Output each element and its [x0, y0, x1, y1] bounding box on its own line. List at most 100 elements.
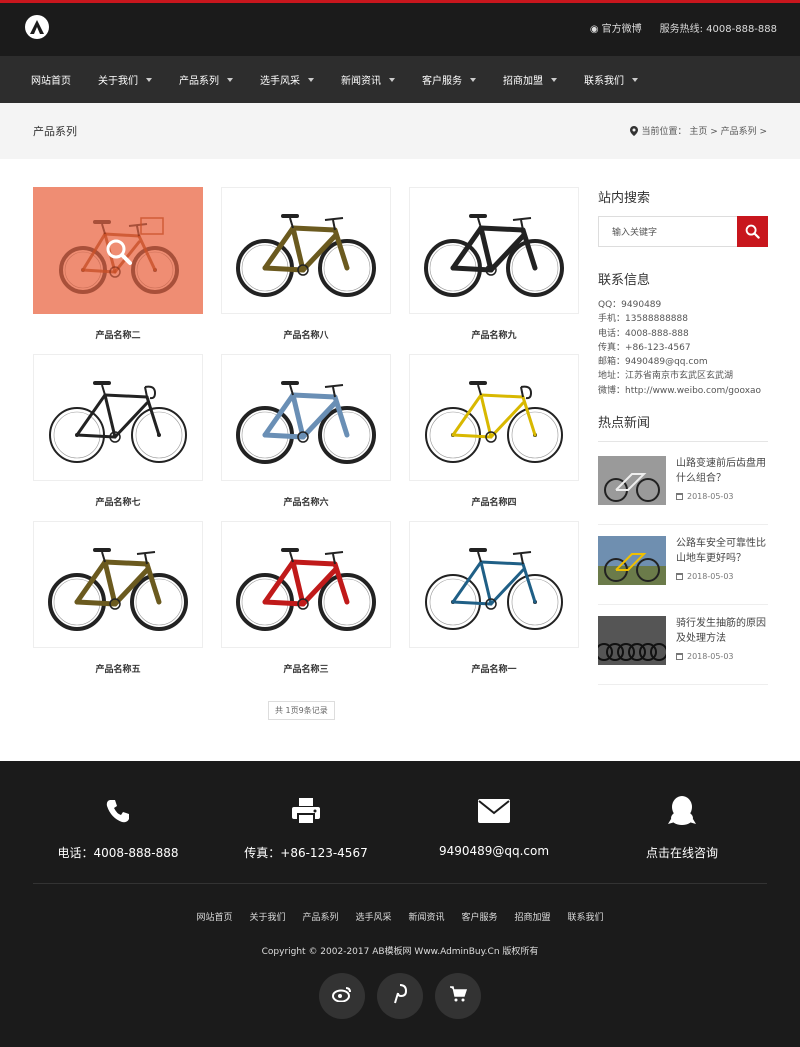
product-image[interactable] [409, 187, 579, 314]
news-date: 2018-05-03 [676, 492, 768, 501]
product-name[interactable]: 产品名称四 [409, 495, 579, 508]
footer-link[interactable]: 客户服务 [462, 910, 498, 923]
nav-item-4[interactable]: 新闻资讯 [341, 72, 395, 87]
product-name[interactable]: 产品名称六 [221, 495, 391, 508]
bicycle-image [425, 381, 563, 463]
product-name[interactable]: 产品名称一 [409, 662, 579, 675]
product-image[interactable] [221, 187, 391, 314]
product-image[interactable] [33, 354, 203, 481]
search-input[interactable]: 输入关键字 [598, 216, 737, 247]
cart-button[interactable] [435, 973, 481, 1019]
footer-contact-label[interactable]: 9490489@qq.com [394, 844, 594, 858]
weibo-icon: ◉ [589, 24, 599, 35]
product-image[interactable] [409, 354, 579, 481]
contact-line: 邮箱：9490489@qq.com [598, 357, 708, 368]
bicycle-image [49, 381, 187, 463]
news-title-link[interactable]: 山路变速前后齿盘用什么组合？ [676, 456, 768, 486]
caret-down-icon [470, 77, 476, 82]
product-name[interactable]: 产品名称八 [221, 328, 391, 341]
contact-info: QQ：9490489 手机：13588888888 电话：4008-888-888 传… [598, 298, 768, 398]
nav-item-0[interactable]: 网站首页 [31, 72, 71, 87]
product-card[interactable]: 产品名称七 [33, 354, 203, 508]
calendar-icon [676, 493, 683, 501]
footer-link[interactable]: 选手风采 [355, 910, 391, 923]
footer-contact-label[interactable]: 传真：+86-123-4567 [206, 844, 406, 861]
search-box: 输入关键字 [598, 216, 768, 247]
printer-icon [206, 796, 406, 826]
product-card[interactable]: 产品名称八 [221, 187, 391, 341]
product-card[interactable]: 产品名称九 [409, 187, 579, 341]
pinterest-button[interactable] [377, 973, 423, 1019]
pinterest-icon [392, 984, 408, 1008]
zoom-search-icon[interactable] [105, 238, 133, 266]
footer-link[interactable]: 关于我们 [249, 910, 285, 923]
cart-icon [449, 986, 468, 1006]
copyright: Copyright © 2002-2017 AB模板网 Www.AdminBuy… [261, 947, 539, 957]
nav-item-3[interactable]: 选手风采 [260, 72, 314, 87]
product-card[interactable]: 产品名称一 [409, 521, 579, 675]
weibo-link[interactable]: ◉ 官方微博 [590, 20, 642, 35]
footer-link[interactable]: 招商加盟 [515, 910, 551, 923]
footer-link[interactable]: 新闻资讯 [409, 910, 445, 923]
news-title-link[interactable]: 骑行发生抽筋的原因及处理方法 [676, 616, 768, 646]
search-title: 站内搜索 [598, 191, 651, 206]
top-bar: ◉ 官方微博 服务热线: 4008-888-888 [0, 3, 800, 56]
caret-down-icon [389, 77, 395, 82]
nav-item-5[interactable]: 客户服务 [422, 72, 476, 87]
news-title-link[interactable]: 公路车安全可靠性比山地车更好吗？ [676, 536, 768, 566]
nav-item-6[interactable]: 招商加盟 [503, 72, 557, 87]
footer-link[interactable]: 联系我们 [568, 910, 604, 923]
footer-contact[interactable]: 点击在线咨询 [582, 796, 782, 861]
product-card[interactable]: 产品名称五 [33, 521, 203, 675]
news-item[interactable]: 骑行发生抽筋的原因及处理方法 2018-05-03 [598, 616, 768, 686]
contact-line: 手机：13588888888 [598, 314, 688, 325]
breadcrumb: 当前位置： 主页 > 产品系列 > [630, 124, 767, 137]
product-card[interactable]: 产品名称六 [221, 354, 391, 508]
product-card[interactable]: 产品名称三 [221, 521, 391, 675]
qq-icon [582, 796, 782, 826]
page-title: 产品系列 [33, 125, 77, 138]
footer-contact-label[interactable]: 电话：4008-888-888 [18, 844, 218, 861]
weibo-button[interactable] [319, 973, 365, 1019]
footer: 电话：4008-888-888 传真：+86-123-4567 9490489@qq… [0, 761, 800, 1047]
main-content: 产品名称二 产品名称八 产品名称九产品名称七 产品名称六 产品名称四产品名称五 产品名称三… [0, 159, 800, 761]
bicycle-image [236, 381, 376, 464]
product-image[interactable] [33, 187, 203, 314]
product-name[interactable]: 产品名称五 [33, 662, 203, 675]
footer-contact-label[interactable]: 点击在线咨询 [582, 844, 782, 861]
news-item[interactable]: 公路车安全可靠性比山地车更好吗？ 2018-05-03 [598, 536, 768, 606]
product-name[interactable]: 产品名称九 [409, 328, 579, 341]
bicycle-image [236, 548, 376, 631]
news-thumbnail[interactable] [598, 456, 666, 506]
footer-link[interactable]: 产品系列 [302, 910, 338, 923]
nav-item-7[interactable]: 联系我们 [584, 72, 638, 87]
product-image[interactable] [221, 354, 391, 481]
site-logo[interactable] [25, 15, 49, 39]
news-item[interactable]: 山路变速前后齿盘用什么组合？ 2018-05-03 [598, 456, 768, 526]
main-nav: 网站首页 关于我们 产品系列 选手风采 新闻资讯 客户服务 招商加盟 联系我们 [0, 56, 800, 103]
footer-contact[interactable]: 电话：4008-888-888 [18, 796, 218, 861]
caret-down-icon [146, 77, 152, 82]
nav-item-1[interactable]: 关于我们 [98, 72, 152, 87]
footer-contact[interactable]: 9490489@qq.com [394, 796, 594, 858]
product-card[interactable]: 产品名称四 [409, 354, 579, 508]
product-image[interactable] [409, 521, 579, 648]
product-name[interactable]: 产品名称二 [33, 328, 203, 341]
bicycle-image [236, 214, 376, 297]
product-name[interactable]: 产品名称三 [221, 662, 391, 675]
news-thumbnail[interactable] [598, 616, 666, 666]
search-button[interactable] [737, 216, 768, 247]
sidebar: 站内搜索 输入关键字 联系信息 QQ：9490489 手机：13588888888… [598, 187, 768, 696]
mail-icon [394, 796, 594, 826]
product-image[interactable] [221, 521, 391, 648]
news-thumbnail[interactable] [598, 536, 666, 586]
contact-line: 传真：+86-123-4567 [598, 342, 691, 353]
product-name[interactable]: 产品名称七 [33, 495, 203, 508]
footer-link[interactable]: 网站首页 [196, 910, 232, 923]
location-pin-icon [630, 125, 639, 136]
nav-item-2[interactable]: 产品系列 [179, 72, 233, 87]
product-image[interactable] [33, 521, 203, 648]
footer-contact[interactable]: 传真：+86-123-4567 [206, 796, 406, 861]
product-card[interactable]: 产品名称二 [33, 187, 203, 341]
calendar-icon [676, 573, 683, 581]
